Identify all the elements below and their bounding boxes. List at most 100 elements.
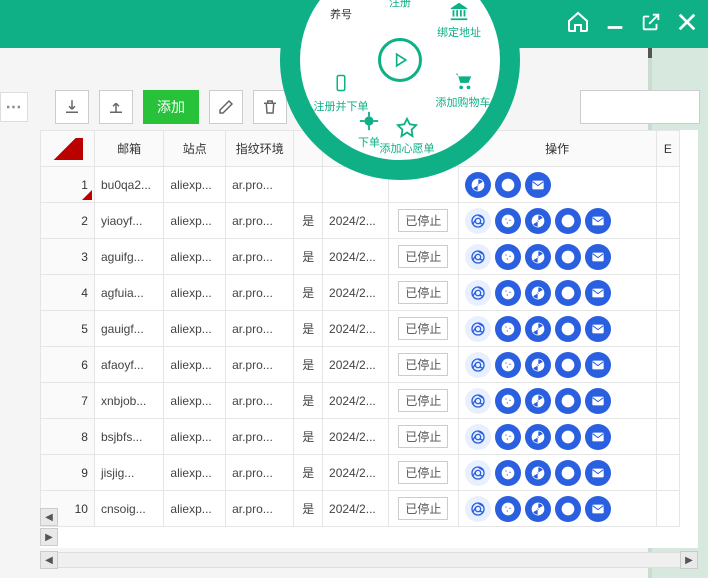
table-row[interactable]: 7xnbjob...aliexp...ar.pro...是2024/2...已停… (41, 383, 680, 419)
add-button[interactable]: 添加 (143, 90, 199, 124)
op-mail[interactable] (585, 424, 611, 450)
cell-tag: 是 (294, 275, 323, 311)
cell-env: ar.pro... (226, 275, 294, 311)
op-chrome[interactable] (465, 460, 491, 486)
table-row[interactable]: 9jisjig...aliexp...ar.pro...是2024/2...已停… (41, 455, 680, 491)
op-info[interactable]: i (555, 244, 581, 270)
op-mail[interactable] (585, 496, 611, 522)
col-mail[interactable]: 邮箱 (94, 131, 163, 167)
row-number[interactable]: 4 (41, 275, 95, 311)
op-chrome[interactable] (465, 496, 491, 522)
op-radiation[interactable] (525, 208, 551, 234)
radial-bind-address[interactable]: 绑定地址 (424, 0, 494, 40)
op-radiation[interactable] (525, 460, 551, 486)
row-number[interactable]: 1 (41, 167, 95, 203)
op-info[interactable]: i (555, 208, 581, 234)
op-mail[interactable] (525, 172, 551, 198)
op-info[interactable]: i (555, 424, 581, 450)
close-button[interactable] (676, 11, 698, 38)
op-mail[interactable] (585, 460, 611, 486)
col-env[interactable]: 指纹环境 (226, 131, 294, 167)
op-cookie[interactable] (495, 244, 521, 270)
radial-register-order-label: 注册并下单 (314, 101, 369, 113)
table-row[interactable]: 8bsjbfs...aliexp...ar.pro...是2024/2...已停… (41, 419, 680, 455)
row-number[interactable]: 9 (41, 455, 95, 491)
op-radiation[interactable] (525, 388, 551, 414)
table-row[interactable]: 6afaoyf...aliexp...ar.pro...是2024/2...已停… (41, 347, 680, 383)
scroll-right[interactable]: ▶ (680, 551, 698, 569)
op-chrome[interactable] (465, 352, 491, 378)
cell-tag: 是 (294, 311, 323, 347)
op-mail[interactable] (585, 280, 611, 306)
op-info[interactable]: i (555, 316, 581, 342)
radial-add-cart[interactable]: 添加购物车 (428, 70, 498, 110)
minimize-button[interactable] (604, 11, 626, 38)
op-radiation[interactable] (525, 280, 551, 306)
sidebar-expand[interactable]: ⋯ (0, 92, 28, 122)
table-row[interactable]: 10cnsoig...aliexp...ar.pro...是2024/2...已… (41, 491, 680, 527)
op-radiation[interactable] (525, 496, 551, 522)
op-radiation[interactable] (525, 424, 551, 450)
op-mail[interactable] (585, 244, 611, 270)
op-info[interactable]: i (555, 280, 581, 306)
op-radiation[interactable] (525, 352, 551, 378)
scroll-track[interactable] (58, 552, 680, 568)
op-cookie[interactable] (495, 316, 521, 342)
op-cookie[interactable] (495, 424, 521, 450)
cell-extra (656, 455, 679, 491)
table-row[interactable]: 4agfuia...aliexp...ar.pro...是2024/2...已停… (41, 275, 680, 311)
cell-tag: 是 (294, 455, 323, 491)
op-chrome[interactable] (465, 424, 491, 450)
op-chrome[interactable] (465, 316, 491, 342)
table-row[interactable]: 5gauigf...aliexp...ar.pro...是2024/2...已停… (41, 311, 680, 347)
scroll-left[interactable]: ◀ (40, 551, 58, 569)
op-cookie[interactable] (495, 280, 521, 306)
op-info[interactable]: i (555, 388, 581, 414)
col-extra[interactable]: E (656, 131, 679, 167)
op-chrome[interactable] (465, 208, 491, 234)
op-info[interactable]: i (555, 460, 581, 486)
popout-button[interactable] (640, 11, 662, 38)
download-button[interactable] (55, 90, 89, 124)
op-cookie[interactable] (495, 388, 521, 414)
radial-play-button[interactable] (378, 38, 422, 82)
cell-extra (656, 311, 679, 347)
select-all-corner[interactable] (47, 138, 83, 160)
row-number[interactable]: 2 (41, 203, 95, 239)
op-radiation[interactable] (525, 316, 551, 342)
search-input[interactable] (580, 90, 700, 124)
row-number[interactable]: 8 (41, 419, 95, 455)
op-cookie[interactable] (495, 496, 521, 522)
op-info[interactable]: i (555, 352, 581, 378)
op-chrome[interactable] (465, 388, 491, 414)
op-cookie[interactable] (495, 460, 521, 486)
upload-button[interactable] (99, 90, 133, 124)
radial-register-order[interactable]: 注册并下单 (306, 70, 376, 114)
row-number[interactable]: 5 (41, 311, 95, 347)
op-chrome[interactable] (465, 280, 491, 306)
row-number[interactable]: 3 (41, 239, 95, 275)
table-row[interactable]: 3aguifg...aliexp...ar.pro...是2024/2...已停… (41, 239, 680, 275)
op-info[interactable]: i (495, 172, 521, 198)
row-number[interactable]: 7 (41, 383, 95, 419)
op-radiation[interactable] (525, 244, 551, 270)
op-chrome[interactable] (465, 244, 491, 270)
table-row[interactable]: 2yiaoyf...aliexp...ar.pro...是2024/2...已停… (41, 203, 680, 239)
h-scrollbar[interactable]: ◀ ▶ (40, 550, 698, 570)
op-mail[interactable] (585, 388, 611, 414)
op-mail[interactable] (585, 352, 611, 378)
op-cookie[interactable] (495, 352, 521, 378)
radial-order[interactable]: 下单 (334, 110, 404, 150)
op-mail[interactable] (585, 316, 611, 342)
op-mail[interactable] (585, 208, 611, 234)
op-cookie[interactable] (495, 208, 521, 234)
row-next[interactable]: ▶ (40, 528, 58, 546)
row-prev[interactable]: ◀ (40, 508, 58, 526)
op-info[interactable]: i (555, 496, 581, 522)
row-number[interactable]: 6 (41, 347, 95, 383)
op-radiation[interactable] (465, 172, 491, 198)
edit-button[interactable] (209, 90, 243, 124)
delete-button[interactable] (253, 90, 287, 124)
col-site[interactable]: 站点 (164, 131, 226, 167)
home-button[interactable] (566, 10, 590, 39)
